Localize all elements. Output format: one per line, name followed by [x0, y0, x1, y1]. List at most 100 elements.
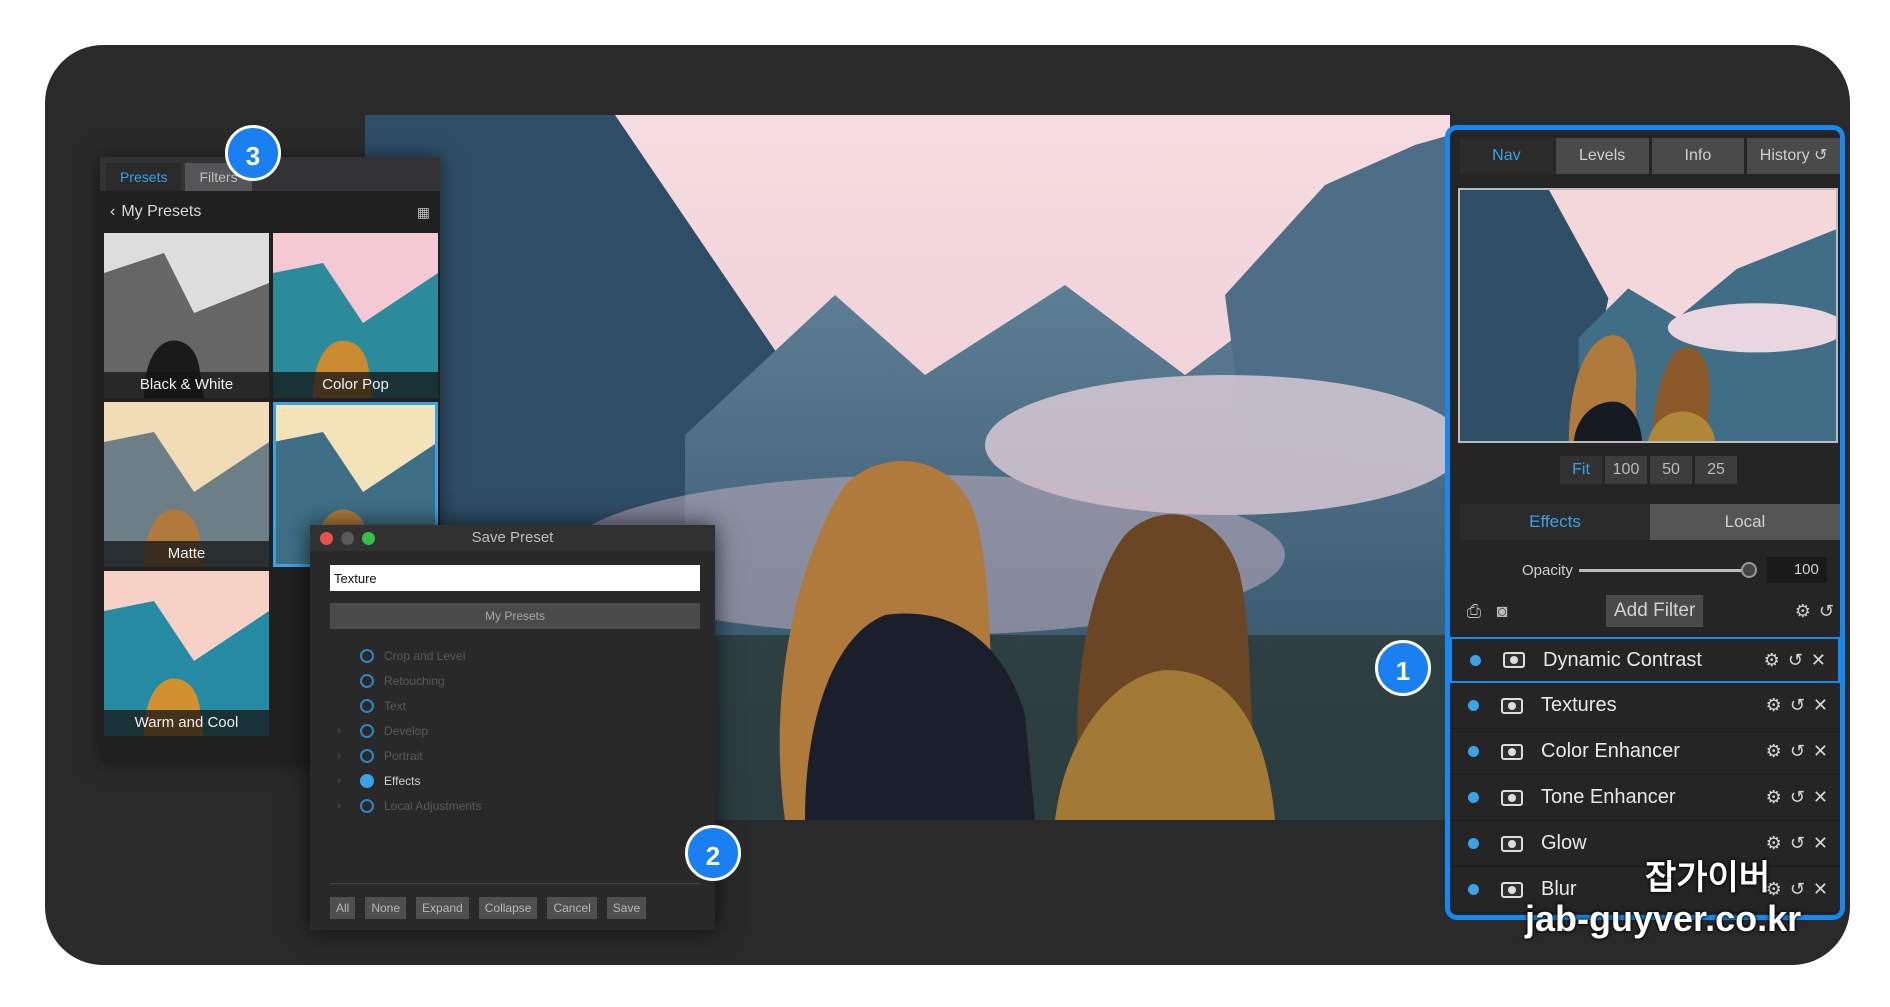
gear-icon[interactable]: ⚙ — [1795, 601, 1811, 622]
filter-row-color-enhancer[interactable]: Color Enhancer ⚙ ↺ ✕ — [1450, 729, 1840, 775]
preset-label: Black & White — [104, 372, 269, 398]
zoom-100-button[interactable]: 100 — [1605, 456, 1647, 484]
filter-name: Dynamic Contrast — [1543, 648, 1702, 671]
option-crop-and-level[interactable]: Crop and Level — [330, 643, 700, 668]
watermark-korean: 잡가이버 — [1645, 859, 1771, 897]
slider-knob[interactable] — [1740, 561, 1757, 578]
reset-icon[interactable]: ↺ — [1790, 741, 1805, 762]
collapse-button[interactable]: Collapse — [478, 897, 538, 919]
zoom-25-button[interactable]: 25 — [1695, 456, 1737, 484]
gear-icon[interactable]: ⚙ — [1766, 741, 1782, 762]
filter-row-dynamic-contrast[interactable]: Dynamic Contrast ⚙ ↺ ✕ — [1450, 637, 1840, 683]
option-effects[interactable]: › Effects — [330, 768, 700, 793]
preset-group-select[interactable]: My Presets — [330, 603, 700, 629]
close-icon[interactable]: ✕ — [1813, 879, 1828, 900]
zoom-50-button[interactable]: 50 — [1650, 456, 1692, 484]
radio-icon[interactable] — [360, 698, 374, 713]
visibility-dot-icon[interactable] — [1468, 700, 1479, 711]
reset-icon[interactable]: ↺ — [1788, 650, 1803, 671]
effects-local-toggle: Effects Local — [1460, 504, 1840, 540]
filter-name: Tone Enhancer — [1541, 786, 1676, 808]
navigator-preview[interactable] — [1458, 188, 1838, 443]
chevron-right-icon[interactable]: › — [330, 750, 348, 762]
mask-icon[interactable] — [1501, 743, 1523, 760]
reset-icon[interactable]: ↺ — [1790, 879, 1805, 900]
reset-icon[interactable]: ↺ — [1790, 695, 1805, 716]
reset-icon[interactable]: ↺ — [1790, 833, 1805, 854]
option-portrait[interactable]: › Portrait — [330, 743, 700, 768]
opacity-row: Opacity 100 — [1460, 555, 1840, 585]
visibility-dot-icon[interactable] — [1468, 884, 1479, 895]
gear-icon[interactable]: ⚙ — [1764, 650, 1780, 671]
opacity-value[interactable]: 100 — [1766, 557, 1827, 583]
preset-name-input[interactable] — [330, 565, 700, 591]
watermark-url: jab-guyver.co.kr — [1525, 898, 1802, 939]
chevron-right-icon[interactable]: › — [330, 775, 348, 787]
right-panel: Nav Levels Info History ↺ Fit 100 50 25 — [1445, 125, 1845, 920]
close-window-icon[interactable] — [320, 531, 333, 545]
chevron-right-icon[interactable]: › — [330, 800, 348, 812]
tab-info[interactable]: Info — [1651, 138, 1745, 174]
reset-icon[interactable]: ↺ — [1819, 601, 1834, 622]
visibility-dot-icon[interactable] — [1470, 654, 1481, 666]
effects-segment[interactable]: Effects — [1460, 504, 1650, 540]
local-segment[interactable]: Local — [1650, 504, 1840, 540]
preset-thumb-warm-cool[interactable]: Warm and Cool — [104, 571, 269, 736]
save-preset-dialog: Save Preset My Presets Crop and Level Re… — [310, 525, 715, 930]
close-icon[interactable]: ✕ — [1813, 741, 1828, 762]
option-retouching[interactable]: Retouching — [330, 668, 700, 693]
filter-row-tone-enhancer[interactable]: Tone Enhancer ⚙ ↺ ✕ — [1450, 775, 1840, 821]
presets-folder-title: My Presets — [121, 203, 202, 220]
visibility-dot-icon[interactable] — [1468, 792, 1479, 803]
radio-selected-icon[interactable] — [360, 773, 374, 788]
tab-history[interactable]: History ↺ — [1747, 138, 1840, 174]
zoom-fit-button[interactable]: Fit — [1560, 456, 1602, 484]
mask-icon[interactable] — [1503, 652, 1525, 668]
import-icon[interactable]: ⎙ — [1460, 601, 1488, 622]
grid-view-icon[interactable]: ▦ — [417, 204, 430, 221]
add-filter-button[interactable]: Add Filter — [1606, 595, 1704, 627]
tab-presets[interactable]: Presets — [106, 163, 182, 191]
opacity-label: Opacity — [1522, 561, 1573, 579]
mask-icon[interactable] — [1501, 835, 1523, 852]
zoom-controls: Fit 100 50 25 — [1560, 456, 1737, 484]
maximize-window-icon[interactable] — [362, 531, 375, 545]
mask-icon[interactable] — [1501, 789, 1523, 806]
chevron-left-icon[interactable]: ‹ — [110, 203, 115, 221]
radio-icon[interactable] — [360, 748, 374, 763]
mask-icon[interactable]: ◙ — [1488, 601, 1516, 622]
option-local-adjustments[interactable]: › Local Adjustments — [330, 793, 700, 818]
preset-thumb-matte[interactable]: Matte — [104, 402, 269, 567]
reset-icon[interactable]: ↺ — [1790, 787, 1805, 808]
chevron-right-icon[interactable]: › — [330, 725, 348, 737]
cancel-button[interactable]: Cancel — [547, 897, 597, 919]
radio-icon[interactable] — [360, 673, 374, 688]
visibility-dot-icon[interactable] — [1468, 838, 1479, 849]
filter-row-textures[interactable]: Textures ⚙ ↺ ✕ — [1450, 683, 1840, 729]
expand-button[interactable]: Expand — [416, 897, 469, 919]
radio-icon[interactable] — [360, 798, 374, 813]
option-text[interactable]: Text — [330, 693, 700, 718]
all-button[interactable]: All — [330, 897, 356, 919]
radio-icon[interactable] — [360, 648, 374, 663]
close-icon[interactable]: ✕ — [1813, 833, 1828, 854]
mask-icon[interactable] — [1501, 697, 1523, 714]
none-button[interactable]: None — [365, 897, 407, 919]
tab-levels[interactable]: Levels — [1555, 138, 1649, 174]
gear-icon[interactable]: ⚙ — [1766, 695, 1782, 716]
mask-icon[interactable] — [1501, 881, 1523, 898]
close-icon[interactable]: ✕ — [1813, 787, 1828, 808]
presets-header[interactable]: ‹ My Presets ▦ — [100, 191, 440, 233]
minimize-window-icon[interactable] — [341, 531, 354, 545]
save-button[interactable]: Save — [606, 897, 647, 919]
preset-thumb-color-pop[interactable]: Color Pop — [273, 233, 438, 398]
gear-icon[interactable]: ⚙ — [1766, 787, 1782, 808]
tab-nav[interactable]: Nav — [1460, 138, 1553, 174]
option-develop[interactable]: › Develop — [330, 718, 700, 743]
preset-thumb-black-white[interactable]: Black & White — [104, 233, 269, 398]
radio-icon[interactable] — [360, 723, 374, 738]
close-icon[interactable]: ✕ — [1813, 695, 1828, 716]
opacity-slider[interactable] — [1578, 561, 1757, 578]
close-icon[interactable]: ✕ — [1811, 650, 1826, 671]
visibility-dot-icon[interactable] — [1468, 746, 1479, 757]
